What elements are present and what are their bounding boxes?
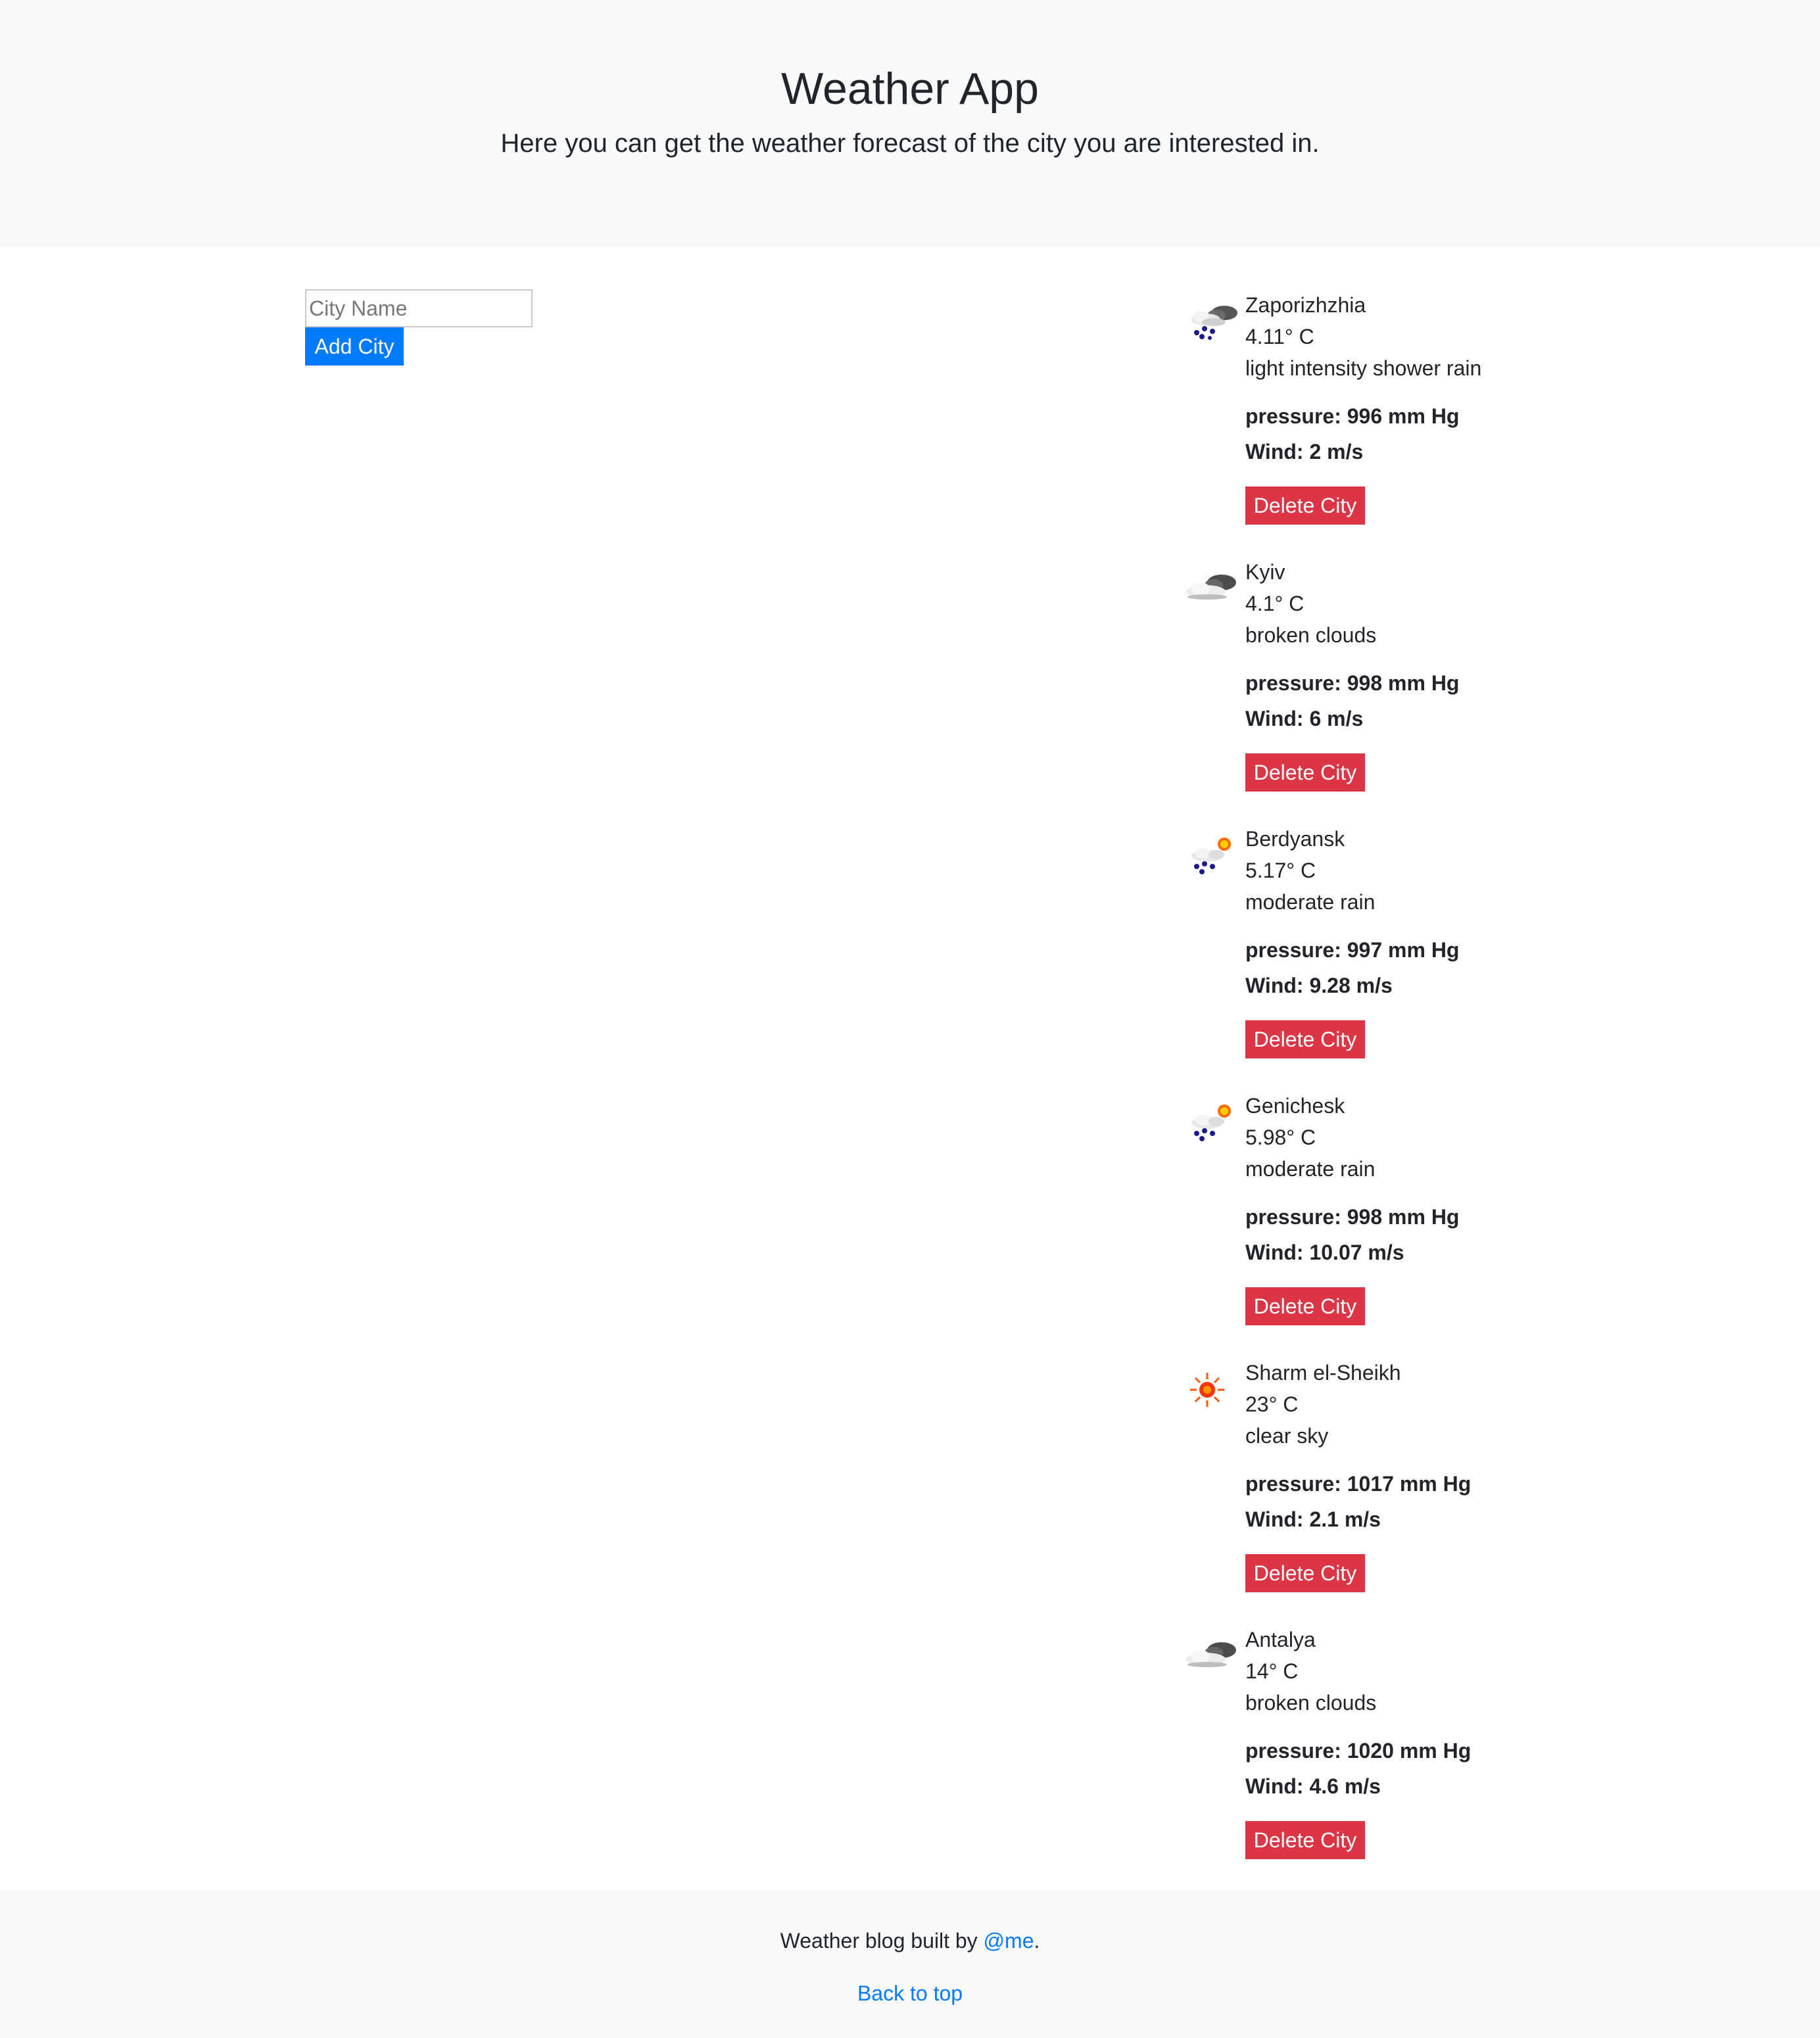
city-name: Zaporizhzhia [1245, 293, 1366, 317]
city-temperature: 14° C [1245, 1659, 1299, 1683]
city-temperature: 5.98° C [1245, 1126, 1316, 1149]
delete-city-button[interactable]: Delete City [1245, 486, 1365, 525]
city-name: Sharm el-Sheikh [1245, 1361, 1401, 1385]
page-subtitle: Here you can get the weather forecast of… [500, 129, 1320, 158]
city-wind: Wind: 9.28 m/s [1245, 974, 1393, 997]
add-city-form: Add City [305, 289, 533, 366]
city-pressure: pressure: 996 mm Hg [1245, 404, 1460, 428]
delete-city-button[interactable]: Delete City [1245, 1554, 1365, 1592]
city-temperature: 4.1° C [1245, 592, 1305, 615]
city-wind: Wind: 4.6 m/s [1245, 1774, 1381, 1798]
city-wind: Wind: 6 m/s [1245, 707, 1364, 730]
sun-rain-icon [1191, 838, 1231, 874]
city-temperature: 5.17° C [1245, 859, 1316, 882]
city-name: Genichesk [1245, 1094, 1345, 1118]
city-list: Zaporizhzhia 4.11° C light intensity sho… [1184, 289, 1578, 1891]
city-description: broken clouds [1245, 1691, 1377, 1715]
city-description: broken clouds [1245, 623, 1377, 647]
city-pressure: pressure: 998 mm Hg [1245, 1205, 1460, 1229]
header: Weather App Here you can get the weather… [0, 0, 1820, 247]
city-description: moderate rain [1245, 890, 1376, 914]
city-name: Antalya [1245, 1628, 1316, 1651]
city-wind: Wind: 2.1 m/s [1245, 1507, 1381, 1531]
footer-credit-text: Weather blog built by [780, 1929, 984, 1953]
footer-credit-period: . [1034, 1929, 1040, 1953]
broken-clouds-icon [1186, 1642, 1236, 1667]
delete-city-button[interactable]: Delete City [1245, 1287, 1365, 1325]
shower-rain-icon [1191, 306, 1237, 340]
footer: Weather blog built by @me. Back to top [0, 1891, 1820, 2038]
city-pressure: pressure: 997 mm Hg [1245, 938, 1460, 962]
city-pressure: pressure: 998 mm Hg [1245, 671, 1460, 695]
city-description: moderate rain [1245, 1157, 1376, 1181]
city-card: Kyiv 4.1° C broken clouds pressure: 998 … [1184, 556, 1578, 823]
city-card: Genichesk 5.98° C moderate rain pressure… [1184, 1090, 1578, 1357]
sun-rain-icon [1191, 1104, 1231, 1141]
city-description: clear sky [1245, 1424, 1329, 1448]
city-card: Berdyansk 5.17° C moderate rain pressure… [1184, 823, 1578, 1090]
city-name-input[interactable] [305, 289, 533, 327]
author-link[interactable]: @me [984, 1929, 1034, 1953]
city-temperature: 4.11° C [1245, 325, 1314, 348]
city-wind: Wind: 10.07 m/s [1245, 1241, 1404, 1264]
city-temperature: 23° C [1245, 1392, 1299, 1416]
broken-clouds-icon [1186, 575, 1236, 600]
city-card: Antalya 14° C broken clouds pressure: 10… [1184, 1624, 1578, 1891]
city-description: light intensity shower rain [1245, 356, 1482, 380]
add-city-button[interactable]: Add City [305, 327, 404, 366]
city-pressure: pressure: 1017 mm Hg [1245, 1472, 1472, 1496]
city-pressure: pressure: 1020 mm Hg [1245, 1739, 1472, 1763]
sun-icon [1190, 1373, 1224, 1407]
delete-city-button[interactable]: Delete City [1245, 1020, 1365, 1058]
footer-credit: Weather blog built by @me. [0, 1925, 1820, 1956]
city-name: Berdyansk [1245, 827, 1345, 851]
city-card: Zaporizhzhia 4.11° C light intensity sho… [1184, 289, 1578, 556]
back-to-top-link[interactable]: Back to top [857, 1981, 963, 2005]
city-wind: Wind: 2 m/s [1245, 440, 1364, 463]
page-title: Weather App [781, 64, 1039, 114]
delete-city-button[interactable]: Delete City [1245, 1821, 1365, 1859]
delete-city-button[interactable]: Delete City [1245, 753, 1365, 792]
city-card: Sharm el-Sheikh 23° C clear sky pressure… [1184, 1357, 1578, 1624]
city-name: Kyiv [1245, 560, 1285, 584]
